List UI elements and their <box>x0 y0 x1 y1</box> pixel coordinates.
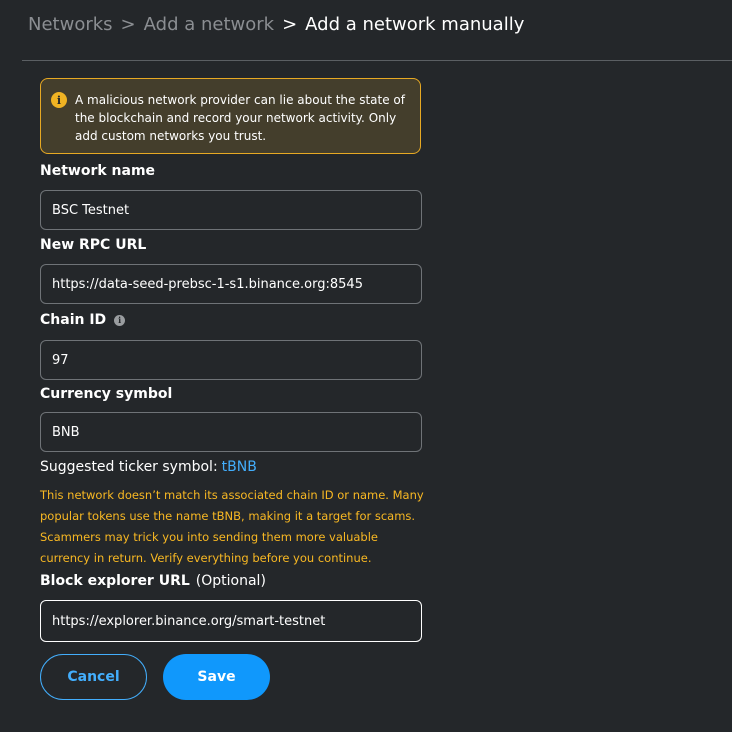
info-icon: i <box>51 92 67 108</box>
page-title: Add a network manually <box>305 13 525 35</box>
rpc-url-label: New RPC URL <box>40 237 146 253</box>
ticker-warning-text: This network doesn’t match its associate… <box>40 488 424 565</box>
add-network-page: Networks > Add a network > Add a network… <box>0 0 732 732</box>
suggested-ticker: Suggested ticker symbol: tBNB <box>40 459 257 475</box>
network-name-label: Network name <box>40 163 155 179</box>
chain-id-input[interactable] <box>40 340 422 380</box>
block-explorer-label-text: Block explorer URL <box>40 573 190 589</box>
breadcrumb-add-network[interactable]: Add a network <box>144 14 274 35</box>
currency-symbol-label-text: Currency symbol <box>40 386 173 402</box>
network-name-label-text: Network name <box>40 163 156 179</box>
save-button[interactable]: Save <box>163 654 270 700</box>
rpc-url-label-text: New RPC URL <box>40 237 147 253</box>
chain-id-label: Chain ID i <box>40 312 126 328</box>
optional-tag: (Optional) <box>195 573 266 589</box>
security-warning-text: A malicious network provider can lie abo… <box>75 93 405 143</box>
header-divider <box>22 60 732 61</box>
chain-id-info-icon[interactable]: i <box>114 314 126 326</box>
suggested-ticker-label: Suggested ticker symbol: <box>40 459 218 475</box>
cancel-button[interactable]: Cancel <box>40 654 147 700</box>
suggested-ticker-link[interactable]: tBNB <box>222 459 257 475</box>
breadcrumb-separator: > <box>120 13 136 35</box>
breadcrumb: Networks > Add a network > Add a network… <box>28 10 524 38</box>
rpc-url-input[interactable] <box>40 264 422 304</box>
currency-symbol-input[interactable] <box>40 412 422 452</box>
breadcrumb-separator: > <box>282 13 298 35</box>
block-explorer-input[interactable] <box>40 600 422 642</box>
breadcrumb-networks[interactable]: Networks <box>28 14 113 35</box>
chain-id-label-text: Chain ID <box>40 312 107 328</box>
block-explorer-label: Block explorer URL (Optional) <box>40 573 266 589</box>
network-name-input[interactable] <box>40 190 422 230</box>
currency-symbol-label: Currency symbol <box>40 386 172 402</box>
security-warning-banner: i A malicious network provider can lie a… <box>40 78 421 154</box>
